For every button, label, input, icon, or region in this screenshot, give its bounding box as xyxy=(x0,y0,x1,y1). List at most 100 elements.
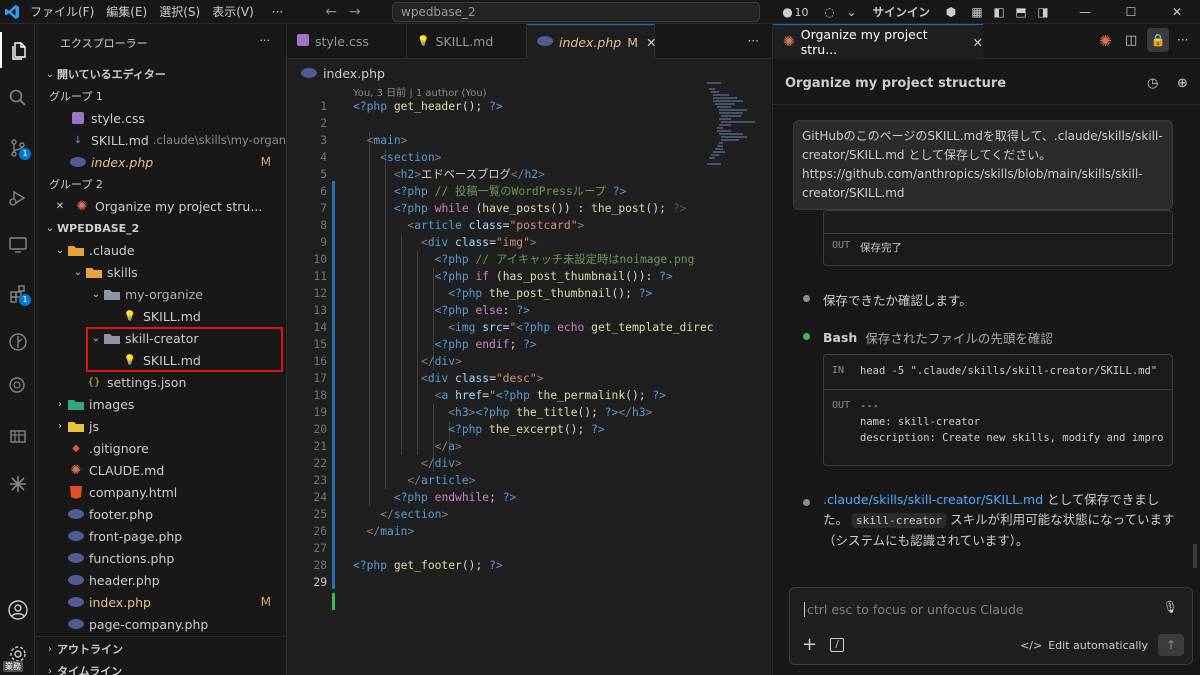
in-label: IN xyxy=(832,365,845,376)
tab-skill-md[interactable]: 💡 SKILL.md xyxy=(407,24,527,59)
claude-icon[interactable]: ✺ xyxy=(1099,32,1112,50)
html-file-icon xyxy=(67,484,85,500)
sign-in-button[interactable]: サインイン xyxy=(873,4,931,20)
scrollbar-thumb[interactable] xyxy=(1193,544,1197,568)
extension-icon[interactable]: ⬢ xyxy=(940,0,962,24)
database-icon[interactable] xyxy=(0,418,35,454)
source-control-icon[interactable]: 1 xyxy=(0,130,35,166)
close-window-icon[interactable]: ✕ xyxy=(1154,0,1200,24)
io-row-clipped xyxy=(824,211,1172,233)
file-settings-json[interactable]: {} settings.json xyxy=(35,371,286,393)
css-file-icon xyxy=(297,34,309,49)
file-header-php[interactable]: header.php xyxy=(35,569,286,591)
file-label: style.css xyxy=(91,110,145,126)
minimap[interactable] xyxy=(707,82,755,172)
code-line: 18 <a href="<?php the_permalink(); ?> xyxy=(287,387,771,404)
folder-js[interactable]: › js xyxy=(35,415,286,437)
back-arrow-icon[interactable]: ← xyxy=(325,4,337,20)
more-actions-icon[interactable]: ··· xyxy=(260,34,271,47)
close-icon[interactable]: ✕ xyxy=(973,35,983,50)
open-editors-header[interactable]: ⌄ 開いているエディター xyxy=(35,63,286,85)
chat-input-box[interactable]: ctrl esc to focus or unfocus Claude 🎙 + … xyxy=(789,587,1193,665)
forward-arrow-icon[interactable]: → xyxy=(349,4,361,20)
tab-style-css[interactable]: style.css xyxy=(287,24,407,59)
copilot-status-icon[interactable]: ● xyxy=(781,0,795,24)
file-link[interactable]: .claude/skills/skill-creator/SKILL.md xyxy=(823,492,1043,507)
git-blame-annotation[interactable]: You, 3 日前 | 1 author (You) xyxy=(353,84,487,99)
extensions-icon[interactable]: 1 xyxy=(0,276,35,312)
toggle-sidebar-icon[interactable]: ◧ xyxy=(988,0,1010,24)
more-actions-icon[interactable]: ··· xyxy=(1177,33,1188,47)
run-debug-icon[interactable] xyxy=(0,180,35,216)
file-functions-php[interactable]: functions.php xyxy=(35,547,286,569)
menu-view[interactable]: 表示(V) xyxy=(206,0,260,24)
tab-claude-chat[interactable]: ✺ Organize my project stru... ✕ xyxy=(773,24,983,59)
bash-step: Bash 保存されたファイルの先頭を確認 xyxy=(823,328,1053,347)
search-icon[interactable] xyxy=(0,80,35,116)
folder-skills[interactable]: ⌄ skills xyxy=(35,261,286,283)
open-editor-skill-md[interactable]: ↓ SKILL.md .claude\skills\my-organize xyxy=(35,129,286,151)
chat-input[interactable]: ctrl esc to focus or unfocus Claude xyxy=(804,602,1024,617)
microphone-icon[interactable]: 🎙 xyxy=(1163,600,1178,614)
folder-label: skills xyxy=(107,264,138,280)
file-footer-php[interactable]: footer.php xyxy=(35,503,286,525)
remote-explorer-icon[interactable] xyxy=(0,226,35,262)
line-number: 19 xyxy=(313,406,327,419)
add-icon[interactable]: + xyxy=(802,636,817,654)
file-page-company-php[interactable]: page-company.php xyxy=(35,613,286,635)
claude-icon[interactable] xyxy=(0,466,35,502)
folder-claude[interactable]: ⌄ .claude xyxy=(35,239,286,261)
out-label: OUT xyxy=(832,240,851,251)
lock-icon[interactable]: 🔒 xyxy=(1147,28,1169,52)
outline-header[interactable]: › アウトライン xyxy=(35,638,286,660)
editor-area: style.css 💡 SKILL.md index.php M ✕ ··· i… xyxy=(287,24,771,675)
code-line: 16 </div> xyxy=(287,353,771,370)
menu-selection[interactable]: 選択(S) xyxy=(153,0,206,24)
file-gitignore[interactable]: ◆ .gitignore xyxy=(35,437,286,459)
maximize-icon[interactable]: ☐ xyxy=(1108,0,1154,24)
open-editor-style-css[interactable]: style.css xyxy=(35,107,286,129)
edit-mode-label: Edit automatically xyxy=(1048,639,1148,652)
tab-index-php[interactable]: index.php M ✕ xyxy=(527,24,656,59)
file-claude-md[interactable]: ✺ CLAUDE.md xyxy=(35,459,286,481)
open-editor-claude-chat[interactable]: ✕ ✺ Organize my project stru... xyxy=(35,195,286,217)
git-graph-icon[interactable] xyxy=(0,324,35,360)
notification-count[interactable]: 10 xyxy=(795,6,809,19)
menu-file[interactable]: ファイル(F) xyxy=(24,0,100,24)
explorer-icon[interactable] xyxy=(0,32,35,68)
folder-open-icon xyxy=(103,286,121,302)
close-icon[interactable]: ✕ xyxy=(51,198,69,214)
layout-customize-icon[interactable]: ▦ xyxy=(966,0,988,24)
menu-edit[interactable]: 編集(E) xyxy=(100,0,153,24)
accounts-icon[interactable] xyxy=(0,592,35,628)
toggle-panel-icon[interactable]: ⬒ xyxy=(1010,0,1032,24)
more-actions-icon[interactable]: ··· xyxy=(748,34,759,48)
manage-gear-icon[interactable]: 業務 xyxy=(0,636,35,672)
chevron-down-icon[interactable]: ⌄ xyxy=(841,0,863,24)
new-chat-icon[interactable]: ⊕ xyxy=(1177,76,1188,91)
send-button[interactable]: ↑ xyxy=(1158,634,1184,656)
file-company-html[interactable]: company.html xyxy=(35,481,286,503)
minimize-icon[interactable]: — xyxy=(1062,0,1108,24)
chat-toggle-icon[interactable]: ◌ xyxy=(819,0,841,24)
folder-my-organize[interactable]: ⌄ my-organize xyxy=(35,283,286,305)
toggle-secondary-sidebar-icon[interactable]: ◨ xyxy=(1032,0,1054,24)
search-editor-icon[interactable] xyxy=(0,368,35,404)
history-icon[interactable]: ◷ xyxy=(1147,76,1158,91)
code-line: 21 </a> xyxy=(287,438,771,455)
menu-more[interactable]: ··· xyxy=(266,0,289,24)
project-header[interactable]: ⌄ WPEDBASE_2 xyxy=(35,217,286,239)
breadcrumb[interactable]: index.php xyxy=(301,66,385,81)
slash-command-icon[interactable]: / xyxy=(830,638,844,652)
file-index-php[interactable]: index.php M xyxy=(35,591,286,613)
timeline-header[interactable]: › タイムライン xyxy=(35,660,286,675)
edit-mode-selector[interactable]: </> Edit automatically xyxy=(1020,639,1148,652)
folder-images[interactable]: › images xyxy=(35,393,286,415)
file-front-page-php[interactable]: front-page.php xyxy=(35,525,286,547)
file-skill-md-1[interactable]: 💡 SKILL.md xyxy=(35,305,286,327)
code-line: 8 <article class="postcard"> xyxy=(287,217,771,234)
close-icon[interactable]: ✕ xyxy=(646,35,656,50)
split-editor-icon[interactable]: ◫ xyxy=(1125,33,1137,48)
command-center-search[interactable]: wpedbase_2 xyxy=(392,2,760,22)
open-editor-index-php[interactable]: index.php M xyxy=(35,151,286,173)
